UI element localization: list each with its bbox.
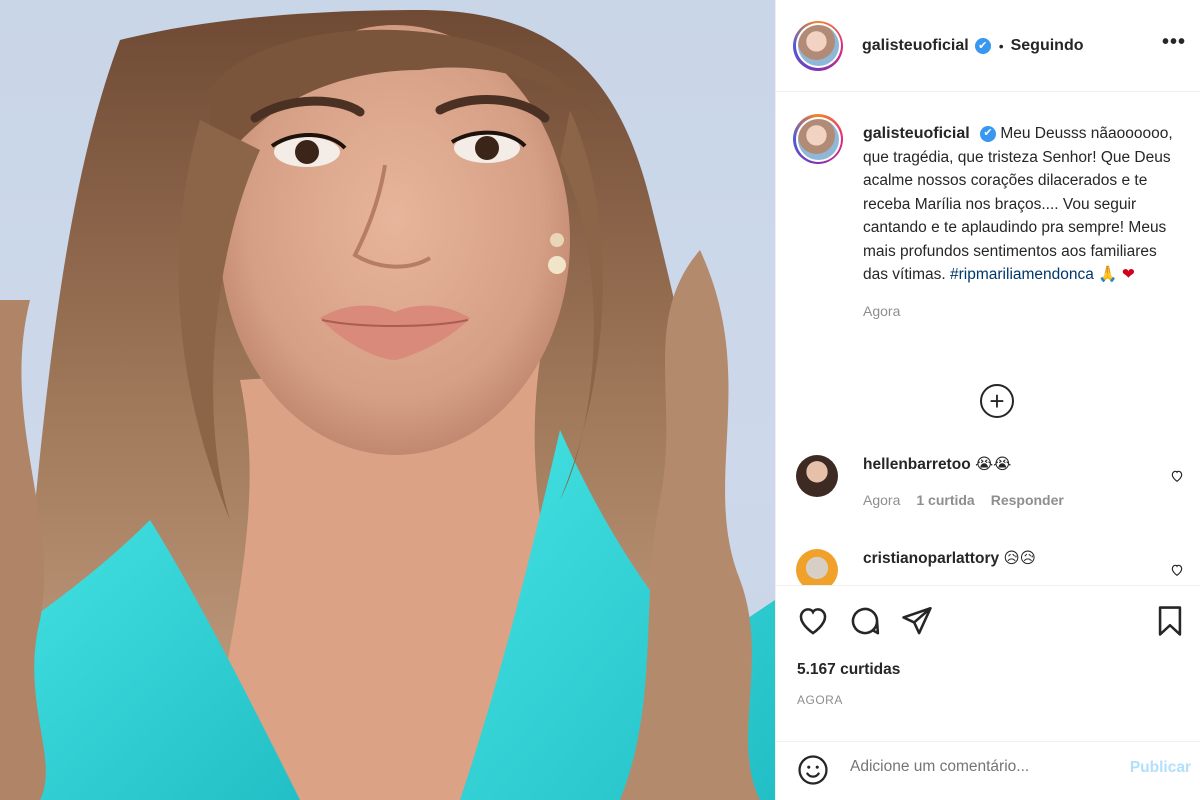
plus-circle-icon[interactable]: +	[980, 384, 1014, 418]
more-icon[interactable]: •••	[1162, 32, 1186, 52]
comment-item: cristianoparlattory 😥😥	[796, 549, 1196, 591]
hashtag-link[interactable]: #ripmariliamendonca	[950, 266, 1094, 283]
heart-icon[interactable]	[796, 604, 830, 638]
pray-emoji: 🙏	[1098, 266, 1118, 283]
action-icons	[796, 604, 1187, 638]
share-icon[interactable]	[900, 604, 934, 638]
separator-dot: •	[998, 37, 1004, 54]
comment-username[interactable]: hellenbarretoo	[863, 456, 971, 473]
comment-text: 😭😭	[974, 456, 1012, 473]
avatar-image	[797, 118, 839, 160]
heart-icon[interactable]	[1170, 563, 1184, 577]
comment-body: cristianoparlattory 😥😥	[863, 549, 1196, 568]
emoji-icon[interactable]	[796, 753, 830, 787]
comment-meta: Agora 1 curtida Responder	[863, 492, 1196, 508]
verified-icon: ✔	[974, 37, 991, 54]
comment-avatar[interactable]	[796, 455, 838, 497]
heart-emoji: ❤	[1121, 266, 1135, 283]
comment-username[interactable]: cristianoparlattory	[863, 550, 999, 567]
post-photo[interactable]	[0, 0, 775, 800]
comment-text: 😥😥	[1003, 550, 1036, 567]
reply-button[interactable]: Responder	[991, 492, 1064, 508]
avatar-image	[797, 25, 839, 66]
caption-time: Agora	[863, 302, 901, 319]
post-header: galisteuoficial ✔ • Seguindo •••	[776, 0, 1200, 92]
comment-likes[interactable]: 1 curtida	[916, 492, 974, 508]
verified-icon: ✔	[980, 125, 997, 142]
caption-avatar[interactable]	[793, 114, 843, 164]
caption-body: Meu Deusss nãaoooooo, que tragédia, que …	[863, 125, 1173, 283]
caption-username[interactable]: galisteuoficial	[863, 125, 970, 142]
comment-body: hellenbarretoo 😭😭 Agora 1 curtida Respon…	[863, 455, 1196, 508]
header-username[interactable]: galisteuoficial	[862, 37, 969, 55]
post-actions: 5.167 curtidas AGORA Publicar	[776, 585, 1200, 800]
likes-count[interactable]: 5.167 curtidas	[797, 661, 900, 679]
comment-input[interactable]	[850, 758, 1110, 776]
avatar[interactable]	[793, 20, 843, 71]
publish-button[interactable]: Publicar	[1130, 759, 1191, 777]
bookmark-icon[interactable]	[1153, 604, 1187, 638]
portrait-image	[0, 10, 775, 800]
comment-time[interactable]: Agora	[863, 492, 900, 508]
comment-icon[interactable]	[848, 604, 882, 638]
post-caption: galisteuoficial ✔ Meu Deusss nãaoooooo, …	[776, 92, 1200, 360]
following-button[interactable]: Seguindo	[1011, 37, 1084, 55]
heart-icon[interactable]	[1170, 469, 1184, 483]
add-comment-bar: Publicar	[776, 741, 1200, 800]
post-side-panel: galisteuoficial ✔ • Seguindo ••• galiste…	[775, 0, 1200, 800]
comment-item: hellenbarretoo 😭😭 Agora 1 curtida Respon…	[796, 455, 1196, 508]
post-time[interactable]: AGORA	[797, 693, 843, 707]
caption-text: galisteuoficial ✔ Meu Deusss nãaoooooo, …	[863, 122, 1186, 287]
